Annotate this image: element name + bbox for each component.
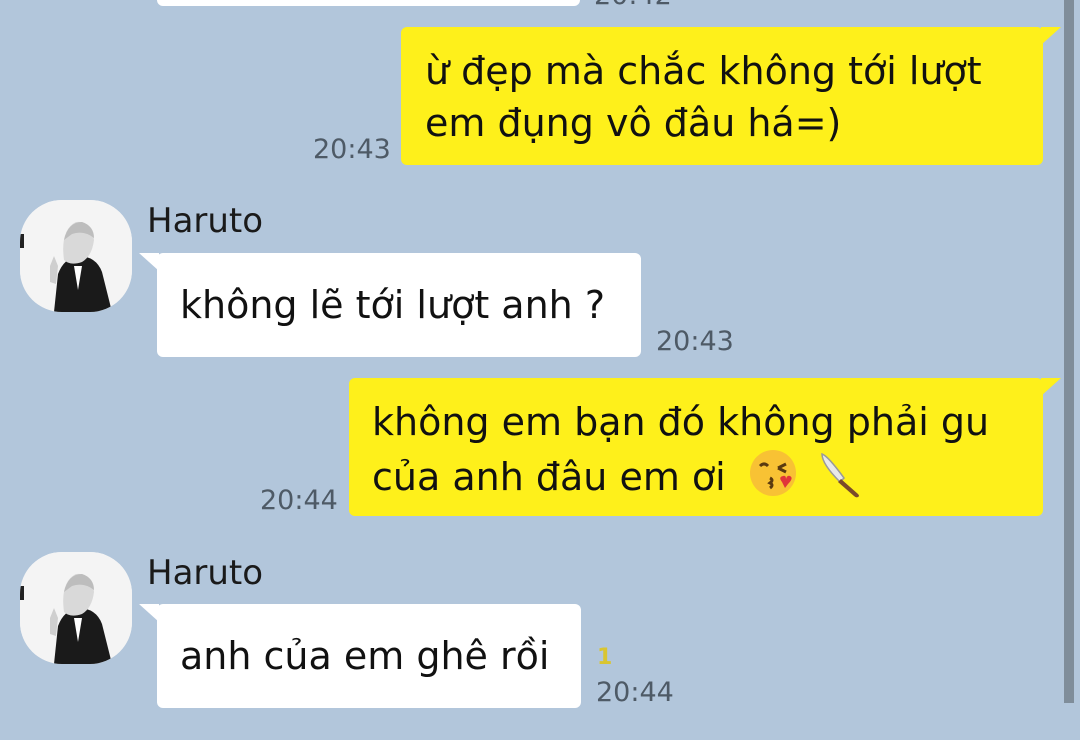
message-text: của anh đâu em ơi: [372, 455, 726, 499]
message-time: 20:43: [656, 326, 734, 357]
knife-icon: [821, 452, 859, 498]
sender-name: Haruto: [147, 201, 264, 241]
received-message-bubble[interactable]: không lẽ tới lượt anh ?: [139, 253, 641, 357]
kitchen-knife-emoji: [814, 448, 864, 511]
message-text-line: ừ đẹp mà chắc không tới lượt: [425, 49, 982, 93]
message-text-line-with-emoji: của anh đâu em ơi: [372, 448, 1043, 511]
sender-avatar[interactable]: [20, 200, 132, 312]
face-blowing-kiss-emoji: [748, 448, 798, 511]
scrollbar[interactable]: [1064, 0, 1074, 703]
sender-name: Haruto: [147, 553, 264, 593]
kiss-face-icon: [749, 450, 796, 496]
message-time: 20:44: [596, 677, 674, 708]
sent-message-bubble[interactable]: không em bạn đó không phải gu của anh đâ…: [349, 378, 1061, 516]
bubble-tail: [1041, 378, 1061, 396]
portrait-icon: [20, 200, 132, 312]
message-text-line: không em bạn đó không phải gu: [372, 400, 990, 444]
message-bubble-partial[interactable]: [157, 0, 580, 6]
message-text: không lẽ tới lượt anh ?: [180, 283, 605, 327]
unread-count: 1: [597, 645, 613, 670]
bubble-tail: [1041, 27, 1061, 45]
message-time-partial: 20:42: [594, 0, 672, 11]
message-text: anh của em ghê rồi: [180, 634, 550, 678]
sender-avatar[interactable]: [20, 552, 132, 664]
sent-message-bubble[interactable]: ừ đẹp mà chắc không tới lượt em đụng vô …: [401, 27, 1061, 165]
portrait-icon: [20, 552, 132, 664]
message-time: 20:44: [260, 485, 338, 516]
bubble-tail: [139, 604, 159, 622]
bubble-tail: [139, 253, 159, 271]
message-text-line: em đụng vô đâu há=): [425, 101, 842, 145]
chat-room: 20:42 ừ đẹp mà chắc không tới lượt em đụ…: [0, 0, 1080, 740]
message-time: 20:43: [313, 134, 391, 165]
received-message-bubble[interactable]: anh của em ghê rồi: [139, 604, 581, 708]
